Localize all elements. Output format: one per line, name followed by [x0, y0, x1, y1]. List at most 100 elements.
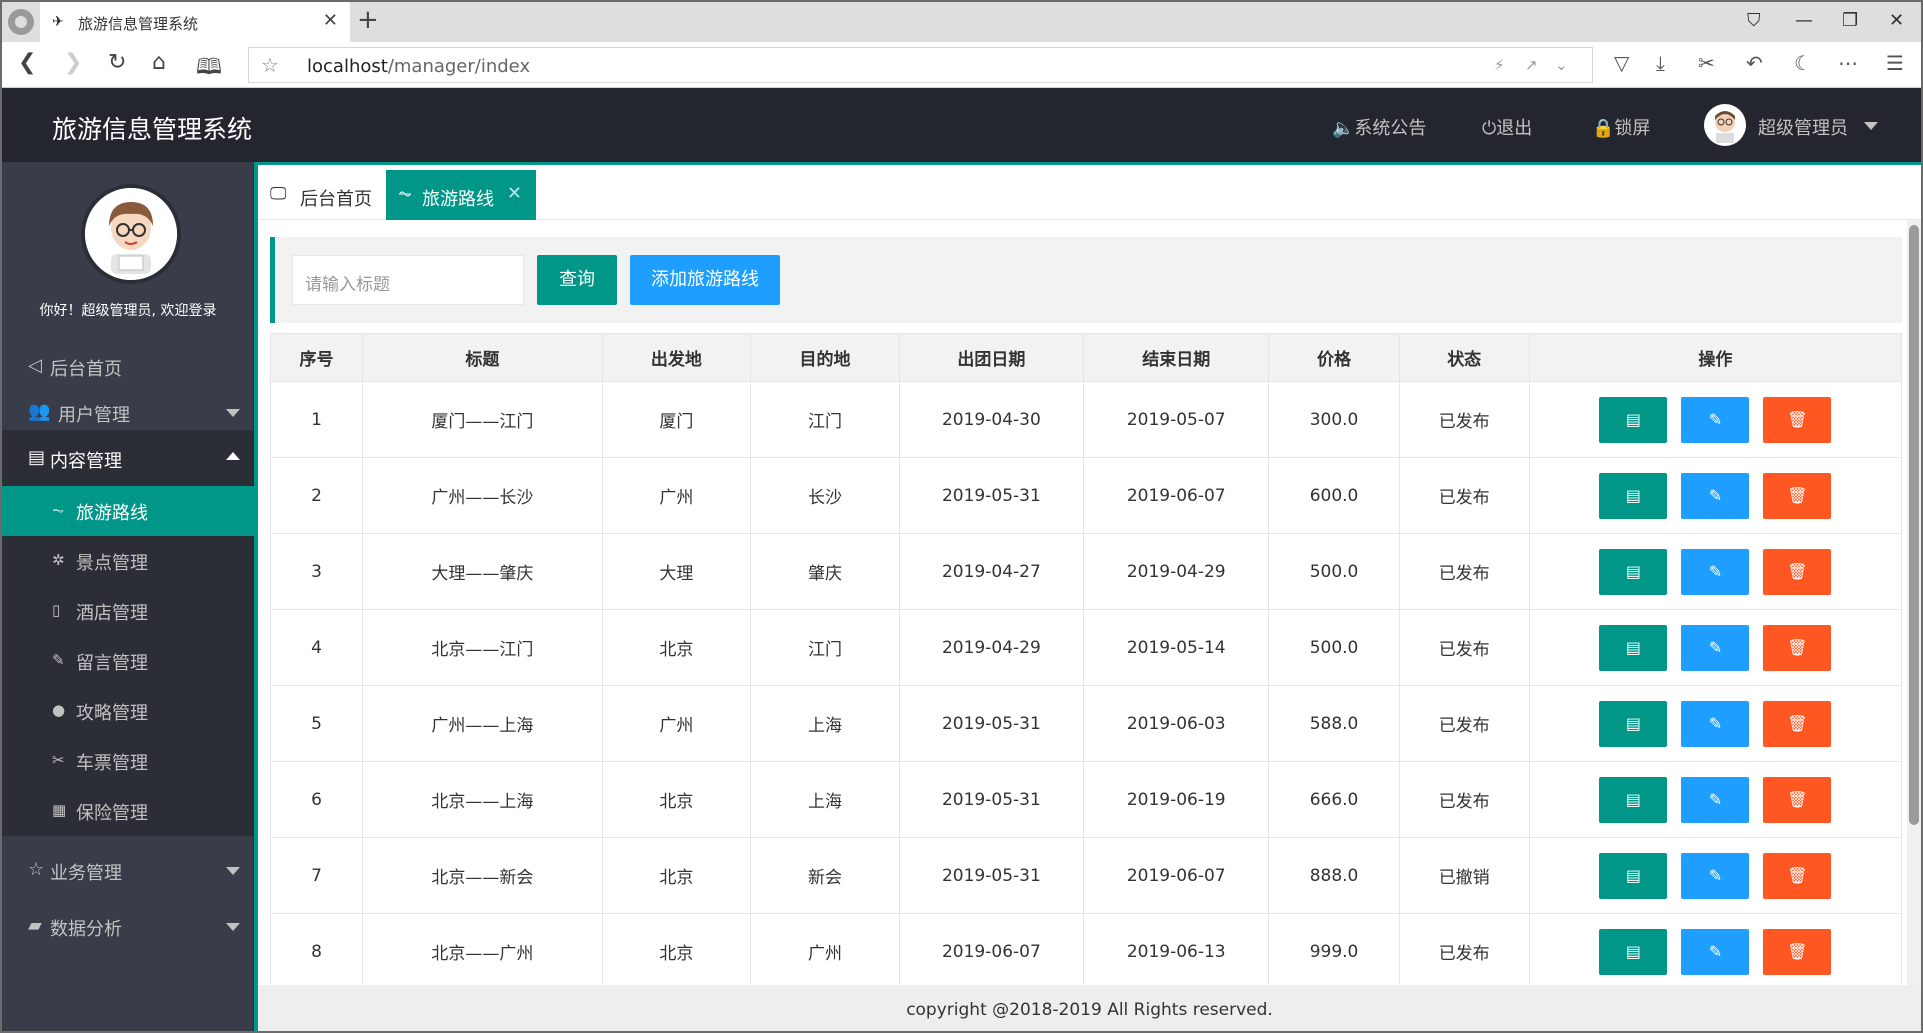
- delete-button[interactable]: 🗑: [1763, 396, 1832, 443]
- sidebar-subitem-routes[interactable]: ⏦ 旅游路线: [2, 486, 254, 536]
- reader-icon[interactable]: 🕮: [196, 50, 222, 88]
- site-favicon-icon: ✈: [52, 14, 64, 30]
- tab-routes[interactable]: ⏦ 旅游路线 ✕: [386, 170, 536, 220]
- view-button[interactable]: ▤: [1599, 472, 1668, 519]
- view-button[interactable]: ▤: [1599, 776, 1668, 823]
- flash-icon[interactable]: ⚡: [1494, 56, 1505, 74]
- logout-link[interactable]: ⏻退出: [1482, 114, 1532, 140]
- user-name[interactable]: 超级管理员: [1758, 114, 1848, 140]
- view-button[interactable]: ▤: [1599, 548, 1668, 595]
- table-cell: 5: [269, 685, 364, 762]
- sidebar-subitem-tickets[interactable]: ✂ 车票管理: [2, 736, 254, 786]
- restore-icon[interactable]: ❐: [1842, 10, 1858, 31]
- column-header: 操作: [1528, 333, 1903, 382]
- lock-link[interactable]: 🔒锁屏: [1592, 114, 1650, 140]
- delete-button[interactable]: 🗑: [1763, 472, 1832, 519]
- footer-copyright: copyright @2018-2019 All Rights reserved…: [258, 985, 1921, 1031]
- note-icon: ▯: [52, 601, 61, 619]
- delete-button[interactable]: 🗑: [1763, 852, 1832, 899]
- view-button[interactable]: ▤: [1599, 700, 1668, 747]
- view-button[interactable]: ▤: [1599, 928, 1668, 975]
- sidebar-subitem-insurance[interactable]: ▦ 保险管理: [2, 786, 254, 836]
- scrollbar-thumb[interactable]: [1909, 225, 1919, 825]
- close-tab-icon[interactable]: ✕: [323, 10, 338, 31]
- table-row: 8 北京——广州 北京 广州 2019-06-07 2019-06-13 999.0 已发布 ▤…: [269, 913, 1903, 990]
- moon-icon[interactable]: ☾: [1794, 51, 1812, 75]
- sidebar-item-analytics[interactable]: ▰ 数据分析: [2, 898, 254, 954]
- menu-icon[interactable]: ☰: [1886, 51, 1904, 75]
- forward-icon[interactable]: ❯: [64, 50, 82, 75]
- table-cell: 新会: [750, 837, 900, 914]
- table-cell: 长沙: [750, 457, 900, 534]
- sidebar-item-content[interactable]: ▤ 内容管理: [2, 430, 254, 486]
- view-button[interactable]: ▤: [1599, 852, 1668, 899]
- table-cell: 2019-05-31: [898, 457, 1085, 534]
- table-cell: 北京: [601, 761, 752, 838]
- sidebar-subitem-hotels[interactable]: ▯ 酒店管理: [2, 586, 254, 636]
- browser-tab[interactable]: ✈ 旅游信息管理系统 ✕: [40, 2, 350, 42]
- view-button[interactable]: ▤: [1599, 624, 1668, 671]
- delete-button[interactable]: 🗑: [1763, 624, 1832, 671]
- close-window-icon[interactable]: ✕: [1889, 10, 1904, 31]
- more-icon[interactable]: ⋯: [1838, 51, 1858, 75]
- share-icon[interactable]: ↗: [1525, 56, 1538, 74]
- chevron-down-icon: [226, 867, 240, 875]
- shirt-icon[interactable]: ⛉: [1747, 10, 1761, 31]
- announcement-link[interactable]: 🔈系统公告: [1332, 114, 1426, 140]
- pen-icon: ✎: [52, 651, 65, 669]
- table-cell: 江门: [750, 609, 900, 686]
- document-icon: ▤: [1625, 865, 1641, 885]
- sidebar-subitem-attractions[interactable]: ✲ 景点管理: [2, 536, 254, 586]
- table-cell: 3: [269, 533, 364, 610]
- home-icon[interactable]: ⌂: [152, 50, 166, 75]
- sidebar-item-business[interactable]: ☆ 业务管理: [2, 842, 254, 898]
- v-icon[interactable]: ▽: [1614, 51, 1629, 75]
- add-route-button[interactable]: 添加旅游路线: [630, 255, 780, 305]
- query-button[interactable]: 查询: [537, 255, 617, 305]
- delete-button[interactable]: 🗑: [1763, 548, 1832, 595]
- back-icon[interactable]: ❮: [18, 50, 36, 75]
- sidebar-subitem-guides[interactable]: ● 攻略管理: [2, 686, 254, 736]
- search-input[interactable]: 请输入标题: [292, 255, 524, 305]
- edit-button[interactable]: ✎: [1681, 928, 1750, 975]
- table-cell: 2019-06-07: [1082, 457, 1270, 534]
- download-icon[interactable]: ⤓: [1656, 51, 1665, 75]
- sidebar-subitem-messages[interactable]: ✎ 留言管理: [2, 636, 254, 686]
- table-cell: 已发布: [1398, 381, 1530, 458]
- document-icon: ▤: [1625, 561, 1641, 581]
- edit-button[interactable]: ✎: [1681, 472, 1750, 519]
- close-icon[interactable]: ✕: [507, 183, 522, 204]
- edit-button[interactable]: ✎: [1681, 776, 1750, 823]
- edit-button[interactable]: ✎: [1681, 624, 1750, 671]
- user-dropdown-icon[interactable]: [1864, 122, 1878, 130]
- table-cell: 广州——上海: [362, 685, 603, 762]
- delete-button[interactable]: 🗑: [1763, 700, 1832, 747]
- chevron-down-icon[interactable]: ⌄: [1555, 56, 1568, 74]
- undo-icon[interactable]: ↶: [1746, 51, 1763, 75]
- table-cell: 2019-04-29: [1082, 533, 1270, 610]
- user-avatar[interactable]: [1704, 104, 1746, 146]
- url-bar[interactable]: ☆ localhost/manager/index ⚡ ↗ ⌄: [248, 47, 1593, 83]
- view-button[interactable]: ▤: [1599, 396, 1668, 443]
- delete-button[interactable]: 🗑: [1763, 928, 1832, 975]
- document-icon: ▤: [1625, 485, 1641, 505]
- edit-button[interactable]: ✎: [1681, 852, 1750, 899]
- bookmark-star-icon[interactable]: ☆: [261, 53, 279, 77]
- scissors-icon[interactable]: ✂: [1698, 51, 1715, 75]
- delete-button[interactable]: 🗑: [1763, 776, 1832, 823]
- tab-dashboard[interactable]: 🖵 后台首页: [258, 170, 386, 220]
- edit-button[interactable]: ✎: [1681, 700, 1750, 747]
- pencil-icon: ✎: [1708, 637, 1723, 657]
- table-cell: 大理——肇庆: [362, 533, 603, 610]
- edit-button[interactable]: ✎: [1681, 396, 1750, 443]
- new-tab-icon[interactable]: +: [357, 5, 379, 35]
- table-cell: 8: [269, 913, 364, 990]
- trash-icon: 🗑: [1787, 561, 1808, 581]
- reload-icon[interactable]: ↻: [108, 50, 126, 75]
- table-cell: 北京——上海: [362, 761, 603, 838]
- pulse-icon: ⏦: [398, 184, 412, 204]
- minimize-icon[interactable]: —: [1795, 10, 1813, 31]
- edit-button[interactable]: ✎: [1681, 548, 1750, 595]
- actions-cell: ▤ ✎ 🗑: [1528, 913, 1903, 990]
- pencil-icon: ✎: [1708, 485, 1723, 505]
